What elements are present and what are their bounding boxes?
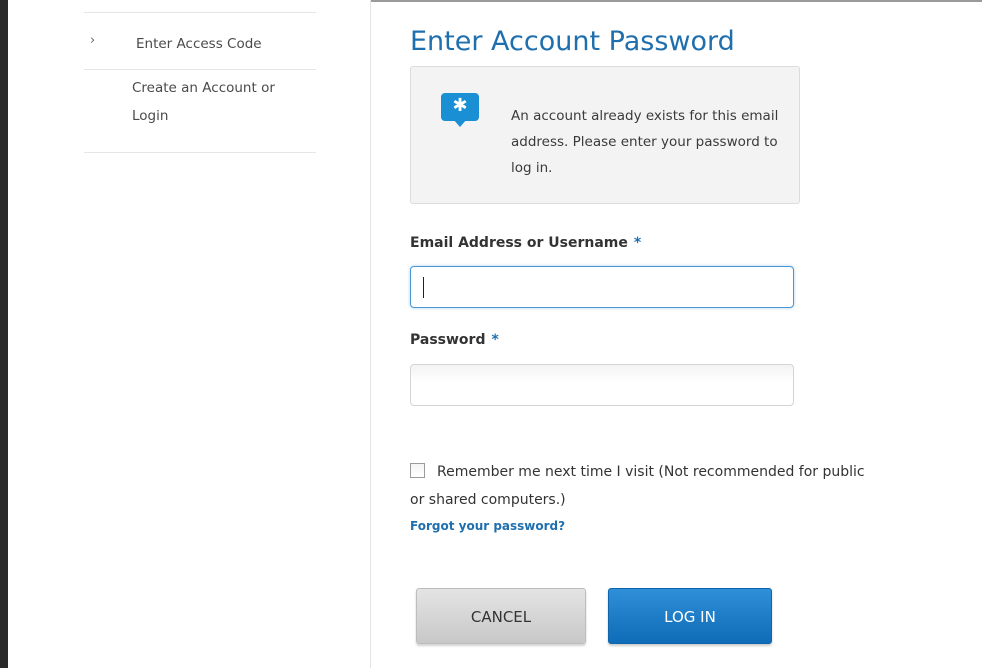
sidebar-item-label: Enter Access Code [136,36,262,52]
email-label: Email Address or Username * [410,235,641,251]
remember-me-label: Remember me next time I visit (Not recom… [410,464,865,508]
page-title: Enter Account Password [410,26,735,58]
remember-me-checkbox[interactable] [410,463,425,478]
chevron-right-icon: › [90,33,96,48]
cancel-button[interactable]: CANCEL [416,588,586,644]
required-marker: * [491,332,499,348]
info-speech-bubble-icon: ✱ [441,93,479,127]
asterisk-icon: ✱ [452,95,468,116]
forgot-password-link[interactable]: Forgot your password? [410,519,565,533]
password-field[interactable] [410,364,794,406]
window-edge [0,0,8,668]
password-label: Password * [410,332,499,348]
email-label-text: Email Address or Username [410,235,628,251]
panel-divider [370,0,371,668]
sidebar-item-enter-access-code[interactable]: › Enter Access Code [84,12,316,70]
sidebar-item-label: Create an Account or Login [132,80,275,124]
sidebar-item-create-account[interactable]: Create an Account or Login [84,70,316,153]
page-frame: › Enter Access Code Create an Account or… [0,0,982,668]
notice-text: An account already exists for this email… [511,108,779,176]
sidebar-nav: › Enter Access Code Create an Account or… [84,12,316,153]
text-cursor [423,277,424,298]
password-label-text: Password [410,332,486,348]
info-notice: ✱ An account already exists for this ema… [410,66,800,204]
required-marker: * [633,235,642,251]
email-field[interactable] [410,266,794,308]
remember-me: Remember me next time I visit (Not recom… [410,458,880,514]
log-in-button[interactable]: LOG IN [608,588,772,644]
